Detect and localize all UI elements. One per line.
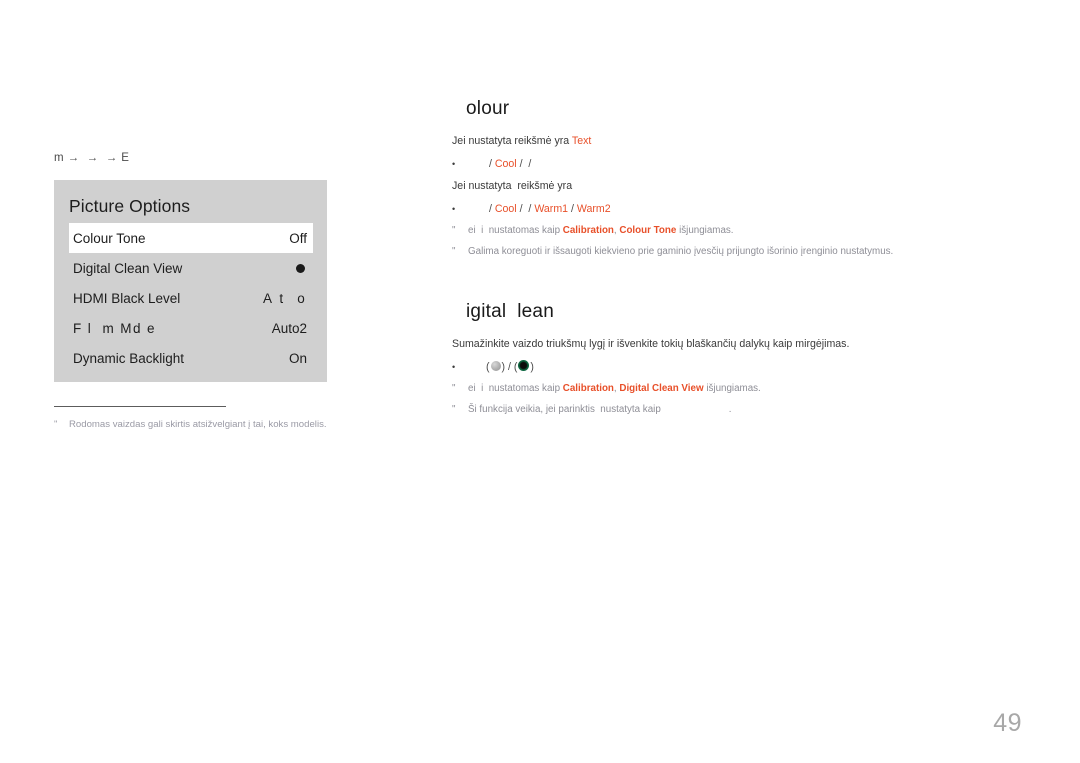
section-heading-colour: olour: [466, 98, 510, 119]
bullet-sep-3: /: [525, 158, 535, 170]
left-column: m → → → E: [54, 150, 394, 166]
note-term-calibration: Calibration: [562, 383, 614, 394]
bullet-sep-1: /: [486, 158, 495, 170]
osd-row-label: HDMI Black Level: [73, 290, 181, 306]
footnote-divider: [54, 406, 226, 407]
colour-intro-line-1: Jei nustatyta reikšmė yra Text: [452, 134, 1012, 149]
osd-row-label: Dynamic Backlight: [73, 350, 185, 366]
note-text-post: išjungiamas.: [703, 383, 761, 394]
note-mark: ": [452, 246, 456, 257]
colour-note-2: " Galima koreguoti ir išsaugoti kiekvien…: [452, 245, 1012, 259]
colour-intro-accent-1: Text: [571, 135, 592, 147]
digital-clean-note-2: " Ši funkcija veikia, jei parinktis nust…: [452, 403, 1012, 417]
digital-clean-note-1-body: ei i nustatomas kaip Calibration, Digita…: [468, 382, 761, 396]
osd-row-label: Digital Clean View: [73, 260, 183, 276]
colour-bullet-2: • / Cool / / Warm1 / Warm2: [452, 202, 1012, 217]
osd-row-colour-tone[interactable]: Colour Tone Off: [69, 223, 313, 253]
digital-clean-note-2-body: Ši funkcija veikia, jei parinktis nustat…: [468, 404, 732, 415]
bullet-option-cool: Cool: [494, 203, 517, 215]
digital-clean-intro: Sumažinkite vaizdo triukšmų lygį ir išve…: [452, 338, 850, 350]
section-heading-digital-clean: igital lean: [466, 301, 554, 322]
osd-row-dynamic-backlight[interactable]: Dynamic Backlight On: [69, 343, 313, 373]
bullet-option-cool: Cool: [494, 158, 517, 170]
footnote-line: " Rodomas vaizdas gali skirtis atsižvelg…: [54, 418, 384, 431]
osd-row-value: Auto2: [271, 320, 307, 336]
left-footnote: " Rodomas vaizdas gali skirtis atsižvelg…: [54, 406, 384, 431]
colour-bullet-2-body: / Cool / / Warm1 / Warm2: [486, 203, 611, 215]
digital-clean-note-1: " ei i nustatomas kaip Calibration, Digi…: [452, 382, 1012, 396]
right-column: olour Jei nustatyta reikšmė yra Text • /…: [452, 98, 1012, 417]
footnote-text: Rodomas vaizdas gali skirtis atsižvelgia…: [69, 419, 327, 430]
note-text-pre: ei i nustatomas kaip: [468, 383, 563, 394]
colour-bullet-1: • / Cool / /: [452, 157, 1012, 172]
colour-intro-text-2: reikšmė yra: [514, 135, 572, 147]
osd-row-value: On: [288, 350, 307, 366]
bullet-dot-icon: •: [452, 204, 456, 214]
osd-row-label: F l m Md e: [73, 320, 156, 336]
green-circle-icon: [518, 360, 530, 371]
bullet-paren-open: (: [486, 361, 490, 373]
bullet-dot-icon: •: [452, 362, 456, 372]
note-term-colour-tone: Colour Tone: [619, 225, 677, 236]
colour-intro-line-2: Jei nustatyta reikšmė yra: [452, 180, 573, 192]
osd-row-value: [296, 261, 307, 276]
filled-circle-icon: [296, 263, 305, 273]
colour-note-2-body: Galima koreguoti ir išsaugoti kiekvieno …: [468, 246, 894, 257]
note-mark: ": [452, 383, 456, 394]
breadcrumb: m → → → E: [54, 152, 130, 164]
colour-note-1-body: ei i nustatomas kaip Calibration, Colour…: [468, 224, 734, 238]
note-text-post: išjungiamas.: [676, 225, 734, 236]
colour-bullet-1-body: / Cool / /: [486, 157, 534, 172]
note-mark: ": [452, 225, 456, 236]
osd-row-film-mode[interactable]: F l m Md e Auto2: [69, 313, 313, 343]
bullet-paren-mid: ) / (: [501, 361, 518, 373]
bullet-dot-icon: •: [452, 159, 456, 169]
osd-row-value: Off: [289, 230, 307, 246]
colour-note-1: " ei i nustatomas kaip Calibration, Colo…: [452, 224, 1012, 238]
osd-picture-options-panel: Picture Options Colour Tone Off Digital …: [54, 180, 327, 382]
osd-row-label: Colour Tone: [73, 230, 146, 246]
bullet-paren-close: ): [530, 361, 534, 373]
osd-panel-title: Picture Options: [69, 196, 191, 216]
note-term-calibration: Calibration: [562, 225, 614, 236]
bullet-option-warm1: Warm1: [534, 203, 569, 215]
osd-row-hdmi-black-level[interactable]: HDMI Black Level A t o: [69, 283, 313, 313]
osd-row-list: Colour Tone Off Digital Clean View HDMI …: [69, 223, 313, 373]
footnote-mark: ": [54, 419, 58, 430]
digital-clean-bullet-body: ( ) / (): [486, 360, 534, 375]
page-number: 49: [993, 709, 1022, 737]
osd-row-digital-clean-view[interactable]: Digital Clean View: [69, 253, 313, 283]
osd-row-value: A t o: [263, 290, 307, 306]
bullet-option-warm2: Warm2: [576, 203, 611, 215]
colour-intro-text-1: Jei nustatyta: [452, 135, 515, 147]
note-text-pre: ei i nustatomas kaip: [468, 225, 563, 236]
note-mark: ": [452, 404, 456, 415]
digital-clean-bullet: • ( ) / (): [452, 360, 1012, 375]
note-term-digital-clean-view: Digital Clean View: [619, 383, 704, 394]
grey-circle-icon: [490, 361, 501, 371]
